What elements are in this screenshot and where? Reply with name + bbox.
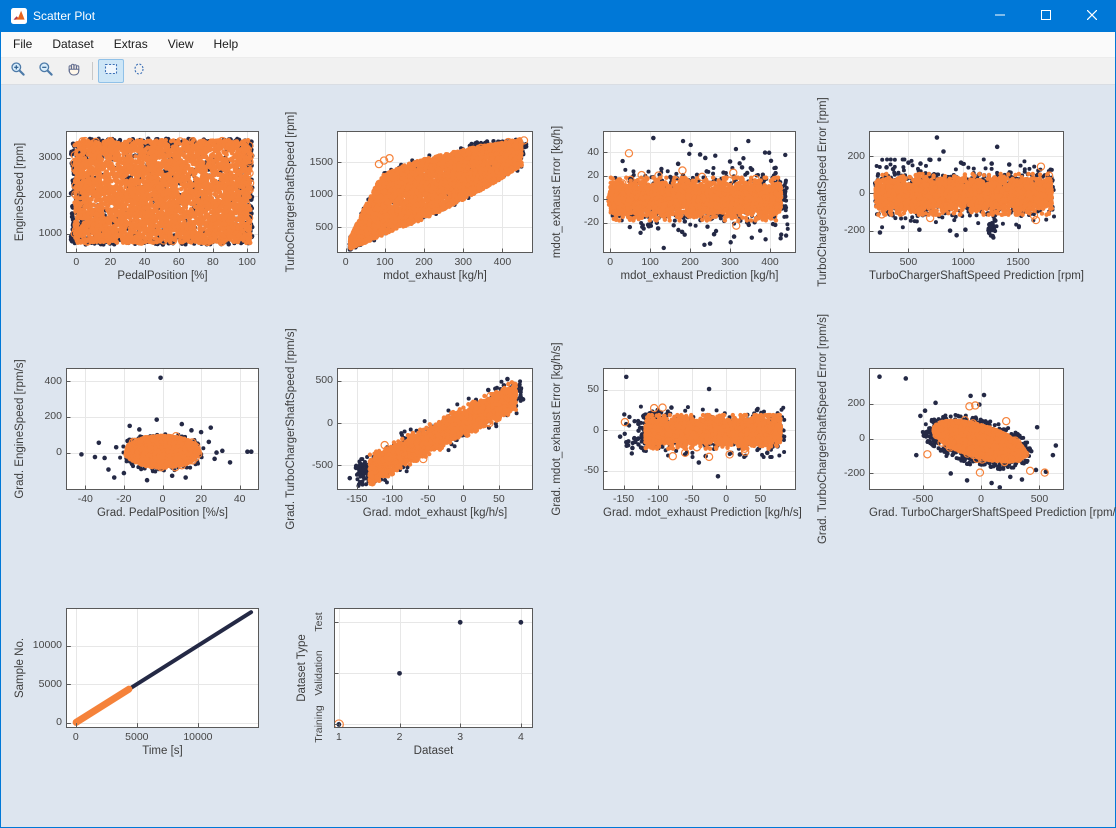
x-tick-label: 10000 (170, 731, 226, 743)
x-tick-label: 500 (1011, 493, 1067, 505)
x-axis-label: Dataset (334, 745, 533, 757)
menu-extras[interactable]: Extras (104, 32, 158, 57)
plot-axes-grad-turbochargershaftspeed-error-vs-prediction[interactable] (869, 368, 1064, 490)
x-axis-label: TurboChargerShaftSpeed Prediction [rpm] (869, 270, 1064, 282)
y-tick-label: Test (313, 613, 325, 632)
plot-turbochargershaftspeed-error-vs-prediction: 50010001500-2000200TurboChargerShaftSpee… (869, 131, 1064, 253)
plot-axes-enginespeed-vs-pedalposition[interactable] (66, 131, 259, 253)
y-axis-label: EngineSpeed [rpm] (14, 143, 26, 241)
x-tick-label: 1500 (990, 256, 1046, 268)
scatter-plot-window: Scatter Plot FileDatasetExtrasViewHelp 0… (0, 0, 1116, 828)
x-tick-label: 0 (48, 731, 104, 743)
x-axis-label: Grad. mdot_exhaust [kg/h/s] (337, 507, 533, 519)
close-icon (1087, 7, 1097, 25)
maximize-button[interactable] (1023, 0, 1069, 32)
y-axis-label: TurboChargerShaftSpeed Error [rpm] (817, 97, 829, 286)
x-axis-label: PedalPosition [%] (66, 270, 259, 282)
zoom-in-icon (10, 61, 26, 82)
x-axis-label: Grad. TurboChargerShaftSpeed Prediction … (869, 507, 1064, 519)
ellipse-select-tool-button[interactable] (126, 59, 152, 83)
plot-grad-mdot-exhaust-error-vs-prediction: -150-100-50050-50050Grad. mdot_exhaust P… (603, 368, 796, 490)
y-axis-label: mdot_exhaust Error [kg/h] (551, 126, 563, 258)
plot-grad-enginespeed-vs-grad-pedalposition: -40-20020400200400Grad. PedalPosition [%… (66, 368, 259, 490)
maximize-icon (1041, 7, 1051, 25)
plot-mdot-exhaust-error-vs-prediction: 0100200300400-2002040mdot_exhaust Predic… (603, 131, 796, 253)
pan-icon (66, 61, 82, 82)
menu-dataset[interactable]: Dataset (42, 32, 103, 57)
plot-axes-grad-mdot-exhaust-error-vs-prediction[interactable] (603, 368, 796, 490)
x-tick-label: 3 (432, 731, 488, 743)
plot-dataset-type-vs-dataset: 1234TrainingValidationTestDatasetDataset… (334, 608, 533, 728)
plot-enginespeed-vs-pedalposition: 020406080100100020003000PedalPosition [%… (66, 131, 259, 253)
menu-bar: FileDatasetExtrasViewHelp (1, 32, 1115, 58)
y-axis-label: Sample No. (14, 638, 26, 698)
y-axis-label: Grad. TurboChargerShaftSpeed Error [rpm/… (817, 314, 829, 544)
plot-axes-turbochargershaftspeed-error-vs-prediction[interactable] (869, 131, 1064, 253)
toolbar (1, 58, 1115, 85)
titlebar: Scatter Plot (1, 0, 1115, 32)
plot-sample-no-vs-time: 05000100000500010000Time [s]Sample No. (66, 608, 259, 728)
x-tick-label: 5000 (109, 731, 165, 743)
matlab-app-icon (11, 8, 27, 24)
ellipse-select-icon (131, 61, 147, 82)
y-axis-label: TurboChargerShaftSpeed [rpm] (285, 112, 297, 273)
plot-axes-grad-enginespeed-vs-grad-pedalposition[interactable] (66, 368, 259, 490)
plot-axes-turbochargershaftspeed-vs-mdot-exhaust[interactable] (337, 131, 533, 253)
plot-grad-turbochargershaftspeed-vs-grad-mdot-exhaust: -150-100-50050-5000500Grad. mdot_exhaust… (337, 368, 533, 490)
y-axis-label: Grad. mdot_exhaust Error [kg/h/s] (551, 342, 563, 515)
toolbar-separator (92, 62, 93, 80)
y-tick-label: Validation (313, 651, 325, 696)
y-tick-label: Training (313, 706, 325, 744)
y-tick-label: 0 (16, 716, 62, 728)
close-button[interactable] (1069, 0, 1115, 32)
zoom-out-tool-button[interactable] (33, 59, 59, 83)
x-tick-label: 100 (219, 256, 275, 268)
x-axis-label: Grad. PedalPosition [%/s] (66, 507, 259, 519)
plot-axes-dataset-type-vs-dataset[interactable] (334, 608, 533, 728)
x-axis-label: mdot_exhaust [kg/h] (337, 270, 533, 282)
rect-select-icon (103, 61, 119, 82)
menu-view[interactable]: View (158, 32, 204, 57)
x-tick-label: 400 (474, 256, 530, 268)
y-axis-label: Dataset Type (296, 634, 308, 702)
plot-grad-turbochargershaftspeed-error-vs-prediction: -5000500-2000200Grad. TurboChargerShaftS… (869, 368, 1064, 490)
pan-tool-button[interactable] (61, 59, 87, 83)
x-tick-label: 4 (493, 731, 549, 743)
minimize-button[interactable] (977, 0, 1023, 32)
x-tick-label: 50 (732, 493, 788, 505)
x-tick-label: 50 (471, 493, 527, 505)
menu-help[interactable]: Help (204, 32, 249, 57)
x-tick-label: 400 (742, 256, 798, 268)
y-axis-label: Grad. EngineSpeed [rpm/s] (14, 359, 26, 498)
plot-canvas-area: 020406080100100020003000PedalPosition [%… (1, 85, 1115, 827)
plot-axes-sample-no-vs-time[interactable] (66, 608, 259, 728)
window-title: Scatter Plot (33, 9, 95, 23)
menu-file[interactable]: File (3, 32, 42, 57)
x-tick-label: 1000 (935, 256, 991, 268)
zoom-out-icon (38, 61, 54, 82)
x-axis-label: mdot_exhaust Prediction [kg/h] (603, 270, 796, 282)
minimize-icon (995, 7, 1005, 25)
rect-select-tool-button[interactable] (98, 59, 124, 83)
plot-axes-mdot-exhaust-error-vs-prediction[interactable] (603, 131, 796, 253)
y-axis-label: Grad. TurboChargerShaftSpeed [rpm/s] (285, 328, 297, 529)
plot-turbochargershaftspeed-vs-mdot-exhaust: 010020030040050010001500mdot_exhaust [kg… (337, 131, 533, 253)
x-tick-label: 0 (953, 493, 1009, 505)
x-axis-label: Time [s] (66, 745, 259, 757)
plot-axes-grad-turbochargershaftspeed-vs-grad-mdot-exhaust[interactable] (337, 368, 533, 490)
x-axis-label: Grad. mdot_exhaust Prediction [kg/h/s] (603, 507, 796, 519)
x-tick-label: 40 (212, 493, 268, 505)
x-tick-label: 500 (880, 256, 936, 268)
x-tick-label: -500 (895, 493, 951, 505)
x-tick-label: 2 (372, 731, 428, 743)
zoom-in-tool-button[interactable] (5, 59, 31, 83)
